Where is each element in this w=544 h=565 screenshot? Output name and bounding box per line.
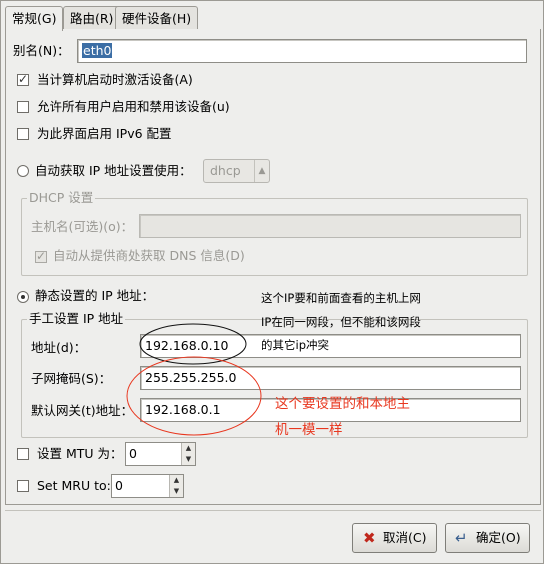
annotation-red-line-2: 机一模一样 — [275, 422, 343, 438]
ok-arrow-icon: ↵ — [455, 529, 468, 547]
tab-general-label: 常规(G) — [12, 11, 57, 26]
annotation-black-line-3: 的其它ip冲突 — [261, 338, 329, 352]
mtu-label: 设置 MTU 为： — [37, 446, 123, 461]
mru-value: 0 — [115, 478, 123, 493]
mru-label: Set MRU to: — [37, 478, 111, 493]
button-separator — [5, 510, 541, 511]
cancel-button[interactable]: ✖ 取消(C) — [352, 523, 437, 553]
mtu-checkbox[interactable] — [17, 448, 29, 460]
cancel-x-icon: ✖ — [363, 529, 376, 547]
ok-button[interactable]: ↵ 确定(O) — [445, 523, 530, 553]
mtu-spinbox[interactable]: 0 ▲ ▼ — [125, 442, 196, 466]
mru-spinbox[interactable]: 0 ▲ ▼ — [111, 474, 184, 498]
gateway-highlight-ellipse — [126, 356, 262, 436]
spin-up-icon[interactable]: ▲ — [181, 443, 195, 454]
spin-up-icon[interactable]: ▲ — [169, 475, 183, 486]
annotation-black-line-2: IP在同一网段，但不能和该网段 — [261, 315, 421, 329]
spin-down-icon[interactable]: ▼ — [181, 454, 195, 465]
spin-down-icon[interactable]: ▼ — [169, 486, 183, 497]
mru-checkbox[interactable] — [17, 480, 29, 492]
network-device-dialog: 常规(G) 路由(R) 硬件设备(H) 别名(N)： eth0 当计算机启动时激… — [0, 0, 544, 564]
ok-button-label: 确定(O) — [476, 530, 521, 545]
annotation-black-line-1: 这个IP要和前面查看的主机上网 — [261, 291, 421, 305]
annotation-red-line-1: 这个要设置的和本地主 — [275, 396, 410, 412]
address-highlight-ellipse — [139, 323, 247, 365]
mtu-value: 0 — [129, 446, 137, 461]
tab-general[interactable]: 常规(G) — [5, 6, 64, 31]
cancel-button-label: 取消(C) — [383, 530, 427, 545]
